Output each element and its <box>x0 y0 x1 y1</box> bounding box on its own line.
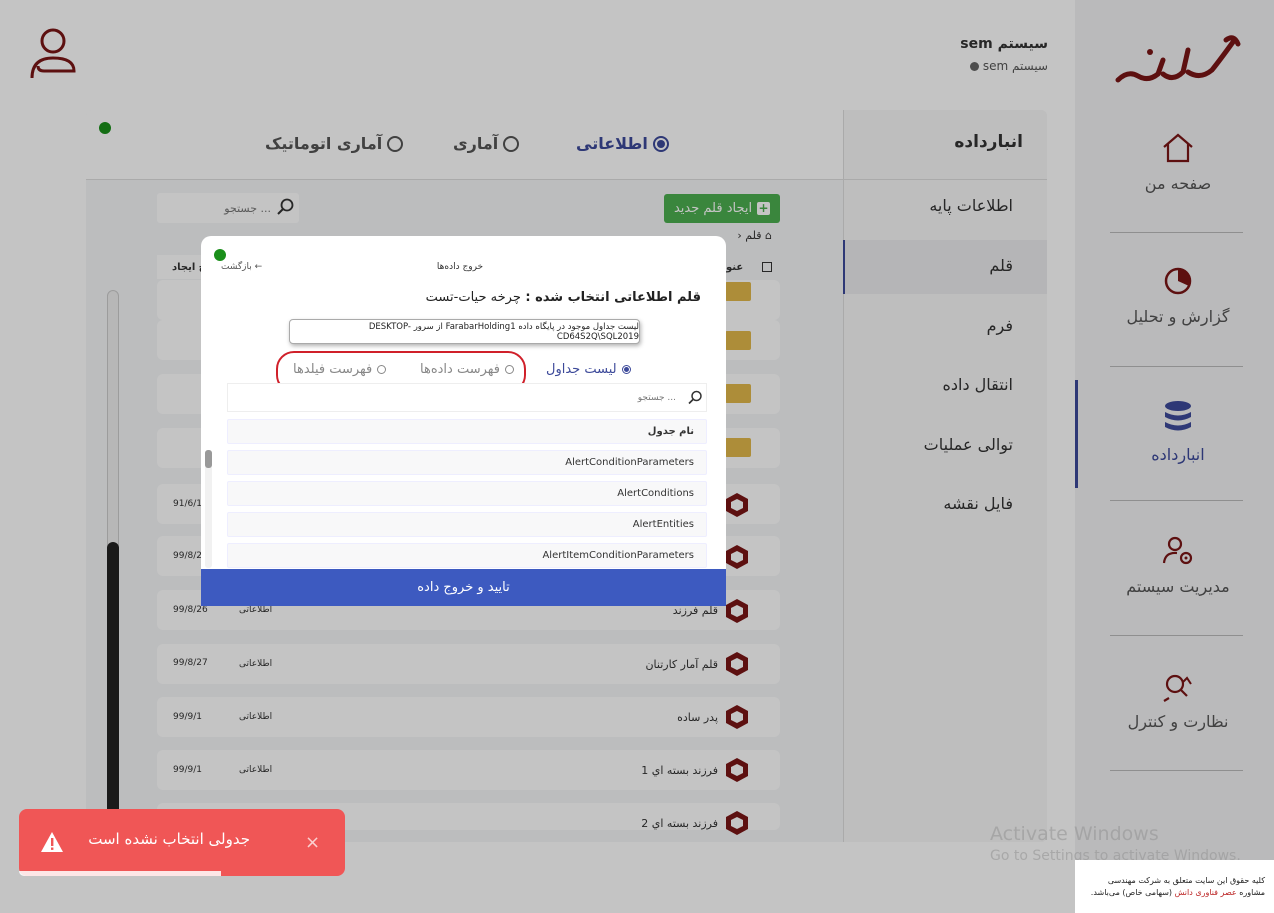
table-header: نام جدول <box>227 419 707 444</box>
copyright-text: کلیه حقوق این سایت متعلق به شرکت مهندسی … <box>1080 875 1265 899</box>
list-item[interactable]: AlertEntities <box>227 512 707 537</box>
radio-label: لیست جداول <box>546 362 617 377</box>
status-indicator <box>214 249 226 261</box>
selected-item-heading: قلم اطلاعاتی انتخاب شده : چرخه حیات-تست <box>420 290 701 305</box>
heading-label: قلم اطلاعاتی انتخاب شده : <box>525 290 701 305</box>
copyright-line2-pre: مشاوره <box>1239 888 1265 897</box>
copyright-line2-post: (سهامی خاص) می‌باشد. <box>1090 888 1173 897</box>
list-item[interactable]: AlertItemConditionParameters <box>227 543 707 568</box>
list-item[interactable]: AlertConditions <box>227 481 707 506</box>
list-item[interactable]: AlertConditionParameters <box>227 450 707 475</box>
radio-icon <box>621 365 631 374</box>
search-icon <box>688 390 702 405</box>
company-link[interactable]: عصر فناوری دانش <box>1175 888 1237 897</box>
back-button[interactable]: بازگشت ← <box>221 262 262 272</box>
warning-icon <box>41 832 63 852</box>
toast-progress-bar <box>19 871 221 876</box>
activation-watermark-title: Activate Windows <box>990 823 1159 845</box>
modal-title: خروج داده‌ها <box>436 262 484 272</box>
confirm-export-button[interactable]: تایید و خروج داده <box>201 569 726 606</box>
close-icon[interactable]: × <box>305 832 320 853</box>
modal-search-input[interactable] <box>227 383 707 412</box>
tooltip: لیست جداول موجود در پایگاه داده FarabarH… <box>289 319 640 344</box>
heading-value: چرخه حیات-تست <box>425 290 521 305</box>
copyright-line1: کلیه حقوق این سایت متعلق به شرکت مهندسی <box>1107 876 1265 885</box>
scrollbar-thumb[interactable] <box>205 450 212 468</box>
toast-message: جدولی انتخاب نشده است <box>88 830 250 848</box>
radio-table-list[interactable]: لیست جداول <box>546 362 631 377</box>
